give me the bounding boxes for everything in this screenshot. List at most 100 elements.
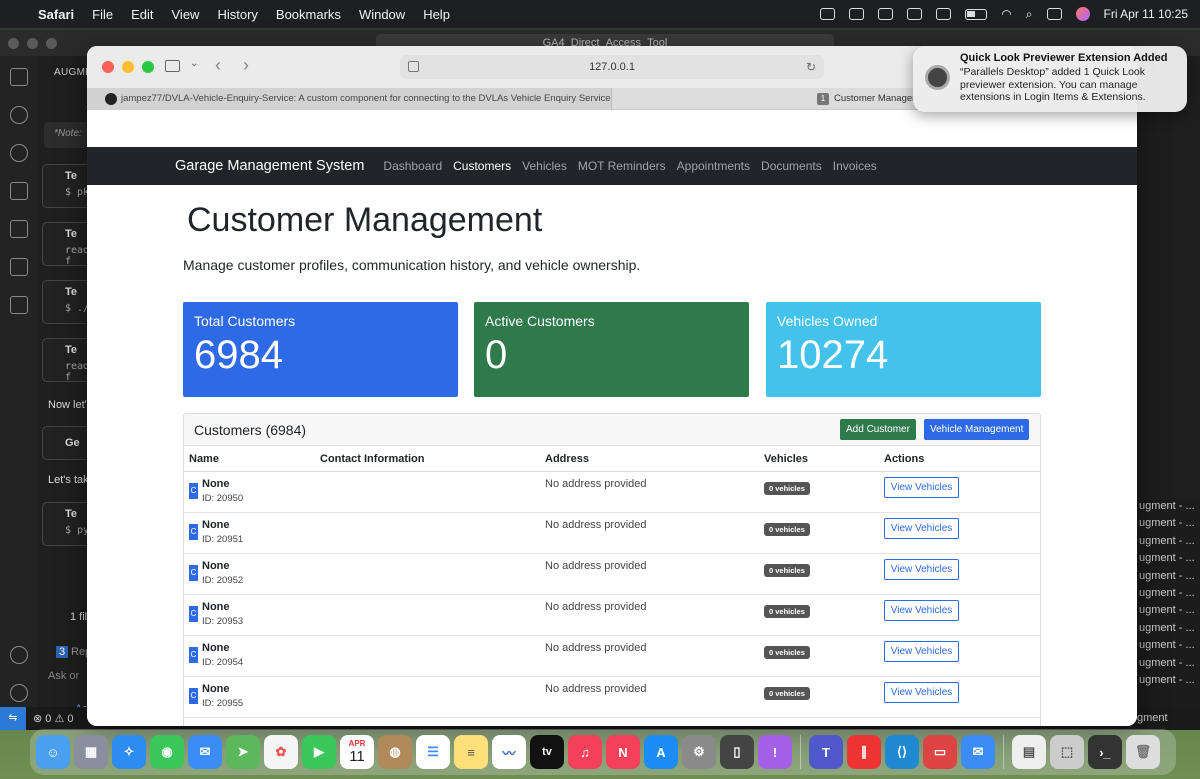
freeform-icon[interactable]: 〰 [492, 735, 526, 769]
list-item[interactable]: ugment - ... [1137, 500, 1200, 517]
forward-icon[interactable]: › [243, 55, 249, 76]
search-icon[interactable] [10, 106, 28, 124]
back-icon[interactable]: ‹ [215, 55, 221, 76]
terminal-icon[interactable]: ›_ [1088, 735, 1122, 769]
close-button[interactable] [102, 61, 114, 73]
nav-appointments[interactable]: Appointments [677, 159, 750, 173]
view-vehicles-button[interactable]: View Vehicles [884, 477, 959, 498]
menu-app-name[interactable]: Safari [38, 7, 74, 22]
account-icon[interactable] [10, 646, 28, 664]
appstore-icon[interactable]: A [644, 735, 678, 769]
nav-customers[interactable]: Customers [453, 159, 511, 173]
list-item[interactable]: ugment - ... [1137, 535, 1200, 552]
menu-help[interactable]: Help [423, 7, 450, 22]
view-vehicles-button[interactable]: View Vehicles [884, 641, 959, 662]
screenshot-icon[interactable]: ⬚ [1050, 735, 1084, 769]
launchpad-icon[interactable]: ▦ [74, 735, 108, 769]
reload-icon[interactable]: ↻ [806, 55, 816, 79]
settings-icon[interactable]: ⚙ [682, 735, 716, 769]
list-item[interactable]: ugment - ... [1137, 570, 1200, 587]
screen-icon[interactable] [849, 8, 865, 20]
list-item[interactable]: ugment - ... [1137, 587, 1200, 604]
explorer-icon[interactable] [10, 68, 28, 86]
calendar-icon[interactable]: APR 11 [340, 735, 374, 769]
list-item[interactable]: ugment - ... [1137, 639, 1200, 656]
tab-github[interactable]: jampez77/DVLA-Vehicle-Enquiry-Service: A… [87, 88, 612, 110]
parallels-icon[interactable]: ∥ [847, 735, 881, 769]
problems-status[interactable]: ⊗ 0 ⚠ 0 [33, 712, 74, 725]
notes-icon[interactable]: ≡ [454, 735, 488, 769]
menu-bookmarks[interactable]: Bookmarks [276, 7, 341, 22]
extension-icon[interactable] [878, 8, 894, 20]
siri-icon[interactable] [1075, 7, 1090, 21]
vscode-window-controls[interactable] [8, 38, 57, 49]
list-item[interactable]: ugment - ... [1137, 622, 1200, 639]
feedback-icon[interactable]: ! [758, 735, 792, 769]
list-item[interactable]: ugment - ... [1137, 674, 1200, 691]
view-vehicles-button[interactable]: View Vehicles [884, 682, 959, 703]
finder-icon[interactable]: ☺ [36, 735, 70, 769]
notification-banner[interactable]: Quick Look Previewer Extension Added “Pa… [913, 46, 1187, 112]
run-debug-icon[interactable] [10, 182, 28, 200]
status-right-text[interactable]: gment [1137, 712, 1168, 724]
teams-icon[interactable]: T [809, 735, 843, 769]
safari-icon[interactable]: ✧ [112, 735, 146, 769]
dropbox-icon[interactable] [820, 8, 836, 20]
messages-icon[interactable]: ◉ [150, 735, 184, 769]
brand-link[interactable]: Garage Management System [175, 158, 364, 174]
nav-dashboard[interactable]: Dashboard [383, 159, 442, 173]
ask-input[interactable]: Ask or [48, 670, 79, 682]
vehicle-management-button[interactable]: Vehicle Management [924, 419, 1030, 440]
list-item[interactable]: ugment - ... [1137, 657, 1200, 674]
nav-documents[interactable]: Documents [761, 159, 822, 173]
news-icon[interactable]: N [606, 735, 640, 769]
preview-icon[interactable]: ▤ [1012, 735, 1046, 769]
app-status-icon[interactable] [907, 8, 923, 20]
view-vehicles-button[interactable]: View Vehicles [884, 559, 959, 580]
menu-view[interactable]: View [172, 7, 200, 22]
zoom-button[interactable] [142, 61, 154, 73]
menu-window[interactable]: Window [359, 7, 405, 22]
spotlight-icon[interactable]: ⌕ [1026, 7, 1033, 22]
appletv-icon[interactable]: tv [530, 735, 564, 769]
menu-file[interactable]: File [92, 7, 113, 22]
mail-icon[interactable]: ✉ [188, 735, 222, 769]
list-item[interactable]: ugment - ... [1137, 604, 1200, 621]
control-center-icon[interactable] [1046, 8, 1062, 20]
source-control-icon[interactable] [10, 144, 28, 162]
menu-edit[interactable]: Edit [131, 7, 153, 22]
iphone-mirroring-icon[interactable]: ▯ [720, 735, 754, 769]
address-bar[interactable]: 127.0.0.1 ↻ [400, 55, 824, 79]
vscode-icon[interactable]: ⟨⟩ [885, 735, 919, 769]
extensions-icon[interactable] [10, 220, 28, 238]
sidebar-toggle-icon[interactable] [165, 60, 180, 72]
photos-icon[interactable]: ✿ [264, 735, 298, 769]
chevron-down-icon[interactable]: ⌄ [190, 58, 198, 69]
view-vehicles-button[interactable]: View Vehicles [884, 518, 959, 539]
menu-datetime[interactable]: Fri Apr 11 10:25 [1104, 7, 1189, 21]
menu-history[interactable]: History [217, 7, 257, 22]
remote-desktop-icon[interactable]: ▭ [923, 735, 957, 769]
add-customer-button[interactable]: Add Customer [840, 419, 916, 440]
maps-icon[interactable]: ➤ [226, 735, 260, 769]
nav-mot-reminders[interactable]: MOT Reminders [578, 159, 666, 173]
music-icon[interactable]: ♫ [568, 735, 602, 769]
view-vehicles-button[interactable]: View Vehicles [884, 600, 959, 621]
manage-gear-icon[interactable] [10, 684, 28, 702]
contacts-icon[interactable]: ◍ [378, 735, 412, 769]
augment-icon[interactable] [10, 296, 28, 314]
display-icon[interactable] [936, 8, 952, 20]
files-changed[interactable]: 1 fil [70, 611, 87, 623]
list-item[interactable]: ugment - ... [1137, 517, 1200, 534]
tab-customer-management[interactable]: 1 Customer Managem [817, 88, 920, 110]
nav-invoices[interactable]: Invoices [833, 159, 877, 173]
nav-vehicles[interactable]: Vehicles [522, 159, 567, 173]
battery-icon[interactable] [965, 8, 988, 20]
reminders-icon[interactable]: ☰ [416, 735, 450, 769]
list-item[interactable]: ugment - ... [1137, 552, 1200, 569]
testing-icon[interactable] [10, 258, 28, 276]
wifi-icon[interactable]: ◠ [1001, 7, 1011, 21]
trash-icon[interactable]: 🗑 [1126, 735, 1160, 769]
remote-icon[interactable]: ⇋ [0, 707, 26, 730]
minimize-button[interactable] [122, 61, 134, 73]
